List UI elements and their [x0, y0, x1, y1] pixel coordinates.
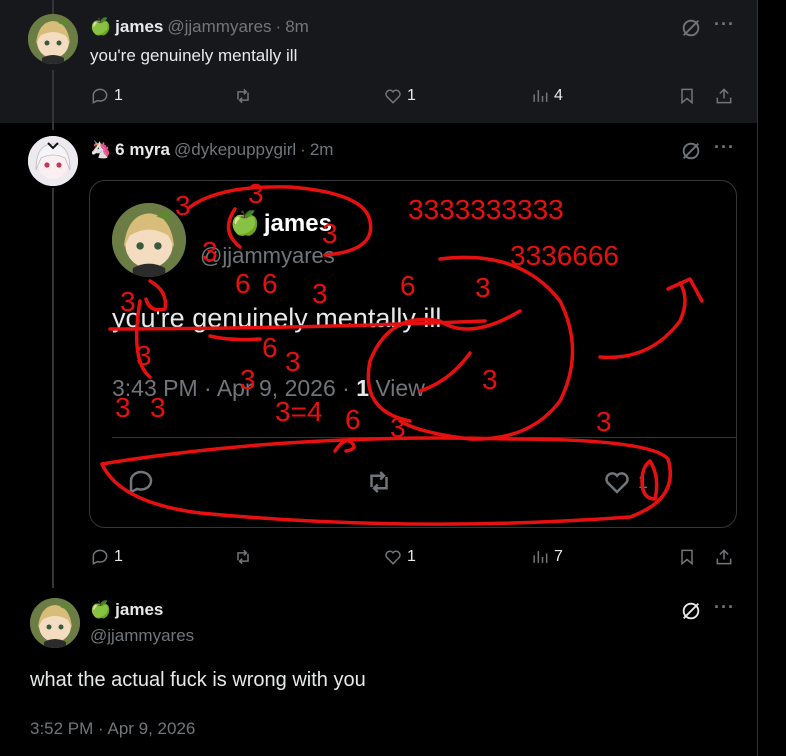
grok-icon[interactable]: [680, 17, 702, 39]
repost-icon: [237, 549, 249, 565]
svg-text:6: 6: [262, 268, 278, 299]
apple-emoji: 🍏: [90, 17, 112, 36]
timestamp[interactable]: 2m: [310, 140, 334, 160]
reply-icon: [92, 88, 108, 104]
more-icon[interactable]: ···: [714, 14, 735, 35]
timestamp[interactable]: 8m: [285, 17, 309, 37]
grok-icon[interactable]: [680, 140, 702, 162]
svg-text:6: 6: [400, 270, 416, 301]
share-icon: [716, 549, 732, 565]
heart-icon: [385, 89, 401, 104]
image-repost-icon: [364, 467, 394, 502]
image-meta-views: 1: [356, 375, 369, 401]
like-button[interactable]: 1: [383, 86, 416, 106]
repost-icon: [237, 88, 249, 104]
apple-emoji: 🍏: [90, 600, 112, 619]
tweet-text: what the actual fuck is wrong with you: [30, 669, 366, 691]
share-button[interactable]: [714, 547, 734, 567]
thread-line-top: [52, 0, 54, 14]
timeline-column: 🍏 james @jjammyares · 8m ··· you're genu…: [0, 0, 758, 756]
avatar[interactable]: [28, 14, 78, 64]
share-button[interactable]: [714, 86, 734, 106]
image-meta-time: 3:43 PM · Apr 9, 2026 ·: [112, 375, 357, 401]
handle[interactable]: @jjammyares: [90, 626, 194, 646]
image-meta-suffix: View: [368, 375, 425, 401]
tweet-text: you're genuinely mentally ill: [90, 46, 298, 65]
svg-text:3: 3: [136, 340, 152, 371]
views-icon: [533, 551, 548, 563]
image-divider: [112, 437, 736, 438]
thread-line: [52, 70, 54, 130]
heart-icon: [385, 550, 401, 565]
avatar[interactable]: [28, 136, 78, 186]
svg-text:3: 3: [390, 412, 406, 443]
image-reply-icon: [126, 467, 156, 502]
separator: ·: [275, 17, 282, 36]
svg-text:3: 3: [248, 181, 264, 209]
views-button[interactable]: 7: [530, 547, 563, 567]
svg-text:6: 6: [262, 332, 278, 363]
svg-text:3333333333: 3333333333: [408, 194, 564, 225]
display-name[interactable]: james: [115, 600, 163, 620]
like-count: 1: [407, 87, 416, 104]
image-avatar: [112, 203, 186, 277]
attached-image[interactable]: 🍏 james @jjammyares you're genuinely men…: [89, 180, 737, 528]
like-button[interactable]: 1: [383, 547, 416, 567]
thread-line: [52, 188, 54, 588]
display-name[interactable]: 6 myra: [115, 140, 170, 160]
avatar[interactable]: [30, 598, 80, 648]
reply-icon: [92, 549, 108, 565]
handle[interactable]: @jjammyares: [167, 17, 271, 37]
image-meta: 3:43 PM · Apr 9, 2026 · 1 View: [112, 375, 425, 402]
svg-text:3: 3: [475, 272, 491, 303]
image-display-name: james: [263, 209, 332, 237]
bookmark-icon: [681, 549, 693, 566]
view-count: 7: [554, 548, 563, 565]
image-apple-emoji: 🍏: [230, 210, 260, 237]
like-count: 1: [407, 548, 416, 565]
svg-text:6: 6: [235, 268, 251, 299]
reply-button[interactable]: 1: [90, 547, 123, 567]
bookmark-button[interactable]: [677, 86, 697, 106]
reply-count: 1: [114, 87, 123, 104]
unicorn-emoji: 🦄: [90, 140, 112, 159]
bookmark-icon: [681, 88, 693, 105]
svg-text:3: 3: [596, 406, 612, 437]
bookmark-button[interactable]: [677, 547, 697, 567]
svg-text:6: 6: [345, 404, 361, 435]
handle[interactable]: @dykepuppygirl: [174, 140, 296, 160]
views-button[interactable]: 4: [530, 86, 563, 106]
reply-count: 1: [114, 548, 123, 565]
views-icon: [533, 90, 548, 102]
svg-text:3: 3: [285, 346, 301, 377]
image-like-icon: 1: [602, 467, 648, 497]
view-count: 4: [554, 87, 563, 104]
grok-icon[interactable]: [680, 600, 702, 622]
svg-text:3: 3: [482, 364, 498, 395]
repost-button[interactable]: [233, 547, 253, 567]
repost-button[interactable]: [233, 86, 253, 106]
share-icon: [716, 88, 732, 104]
image-handle: @jjammyares: [200, 243, 335, 268]
tweet-meta[interactable]: 3:52 PM · Apr 9, 2026: [30, 719, 195, 739]
image-like-count: 1: [638, 471, 649, 492]
more-icon[interactable]: ···: [714, 597, 735, 618]
image-tweet-text: you're genuinely mentally ill: [112, 303, 442, 333]
separator: ·: [300, 140, 306, 159]
more-icon[interactable]: ···: [714, 137, 735, 158]
reply-tweet-1[interactable]: 🍏 james @jjammyares · 8m ··· you're genu…: [0, 0, 757, 130]
reply-button[interactable]: 1: [90, 86, 123, 106]
svg-text:3336666: 3336666: [510, 240, 619, 271]
display-name[interactable]: james: [115, 17, 163, 37]
